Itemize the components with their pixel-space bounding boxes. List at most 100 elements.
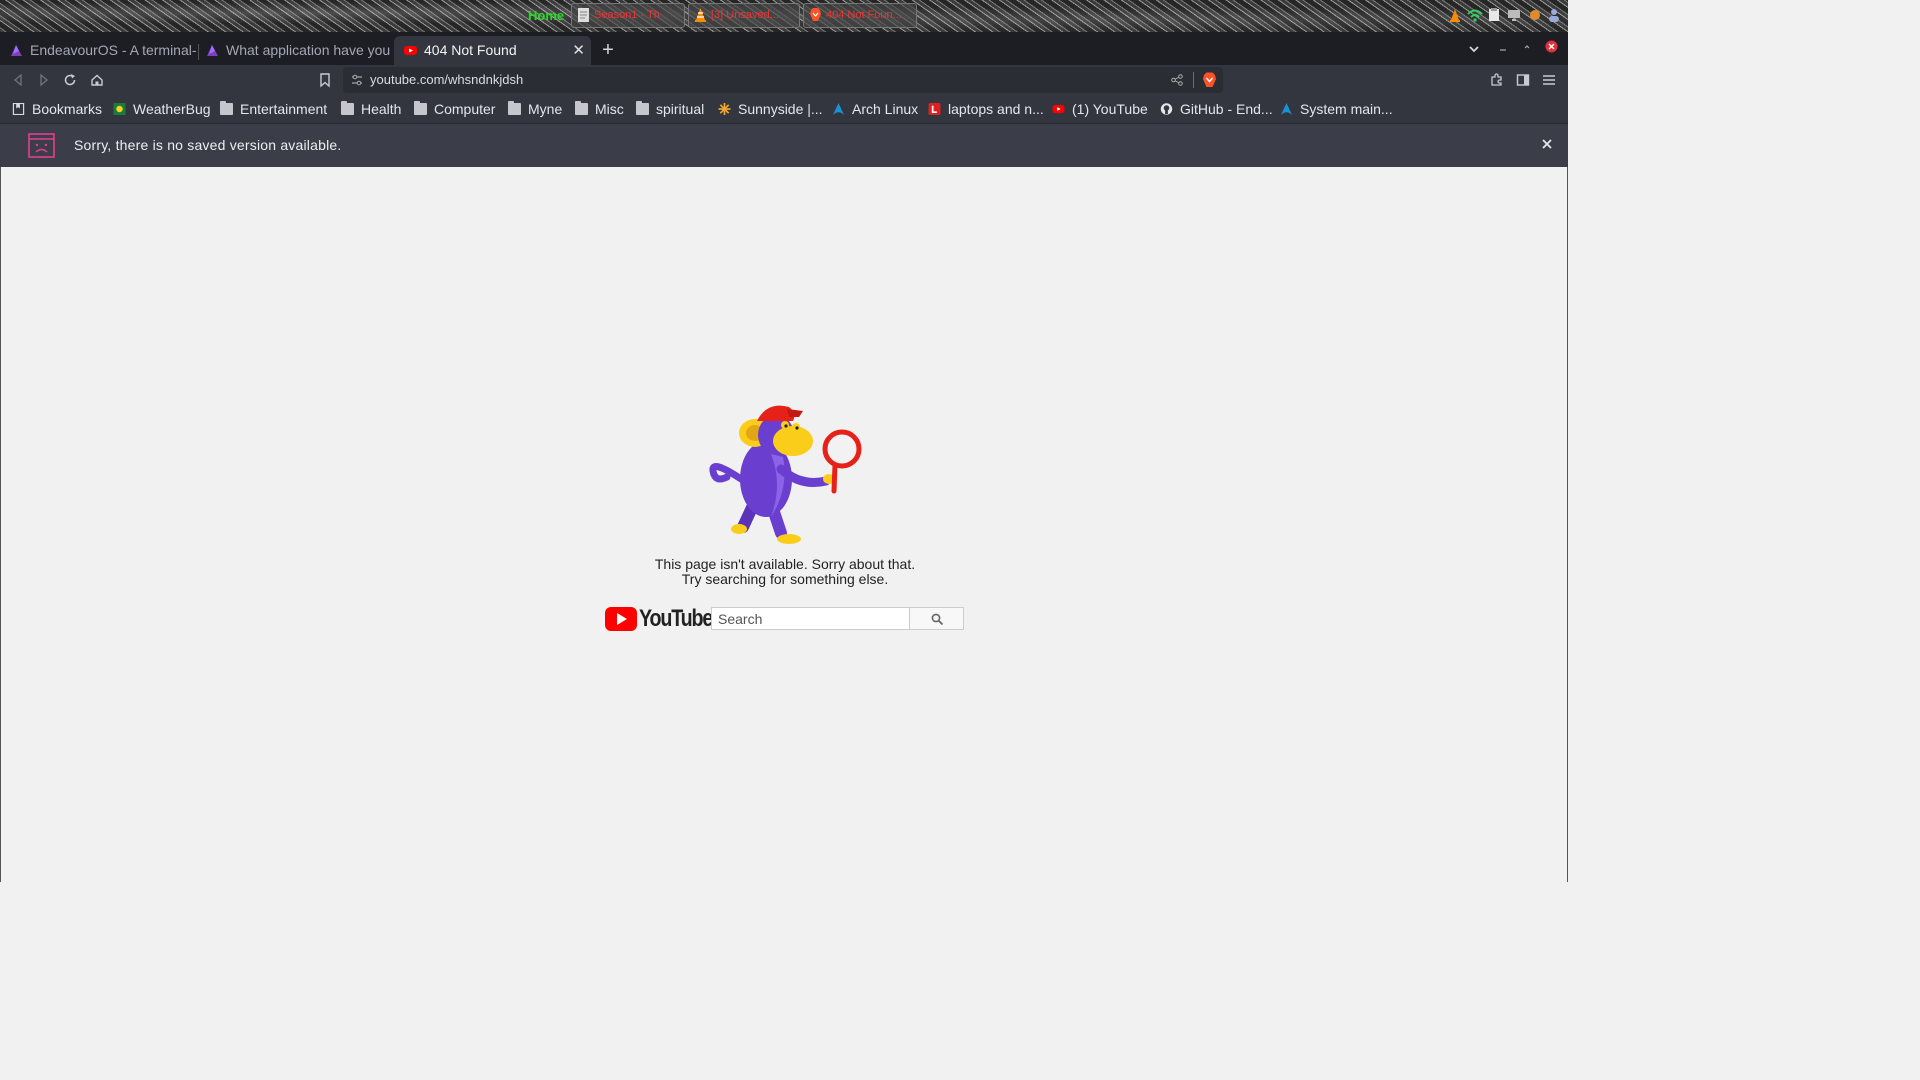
- brave-lion-icon: [810, 8, 821, 21]
- chevron-down-icon[interactable]: [1467, 42, 1481, 56]
- folder-icon: [341, 101, 354, 115]
- search-icon: [931, 613, 944, 626]
- folder-icon: [220, 101, 233, 115]
- bookmark-item-spiritual[interactable]: spiritual: [636, 100, 704, 118]
- letter-l-icon: [928, 103, 941, 115]
- bookmark-item-misc[interactable]: Misc: [575, 100, 624, 118]
- bookmark-label: Misc: [595, 101, 624, 117]
- bookmark-label: GitHub - End...: [1180, 101, 1273, 117]
- close-window-button[interactable]: [1545, 40, 1558, 53]
- tab-title: What application have you: [226, 42, 390, 58]
- error-suggestion: Try searching for something else.: [681, 571, 889, 587]
- bookmark-label: Sunnyside |...: [738, 101, 823, 117]
- display-icon[interactable]: [1507, 8, 1521, 22]
- main-menu-button[interactable]: [1541, 72, 1557, 88]
- desktop-panel: Home Season1 - Th [3] Unsaved... 404 Not…: [0, 0, 1568, 32]
- search-button[interactable]: [909, 607, 964, 630]
- folder-icon: [575, 101, 588, 115]
- bookmarks-bar: Bookmarks WeatherBug Entertainment Healt…: [0, 95, 1568, 124]
- user-icon[interactable]: [1547, 8, 1561, 22]
- browser-toolbar: youtube.com/whsndnkjdsh: [0, 65, 1568, 95]
- brave-shields-icon[interactable]: [1202, 72, 1217, 88]
- vlc-tray-icon[interactable]: [1448, 8, 1462, 22]
- bookmark-item-youtube[interactable]: (1) YouTube: [1052, 100, 1148, 118]
- close-infobar-button[interactable]: [1540, 137, 1554, 151]
- back-button[interactable]: [10, 72, 26, 88]
- panel-task-label: 404 Not Foun...: [826, 9, 902, 21]
- bookmark-item-health[interactable]: Health: [341, 100, 401, 118]
- bookmark-label: Computer: [434, 101, 496, 117]
- bookmark-label: (1) YouTube: [1072, 101, 1148, 117]
- panel-home-label[interactable]: Home: [528, 8, 564, 23]
- network-icon[interactable]: [1467, 8, 1483, 22]
- vlc-cone-icon: [695, 8, 706, 22]
- panel-task-document[interactable]: Season1 - Th: [571, 3, 685, 28]
- panel-task-brave[interactable]: 404 Not Foun...: [803, 3, 917, 28]
- puzzle-icon: [1491, 73, 1502, 86]
- hamburger-menu-icon: [1543, 75, 1555, 85]
- youtube-wordmark: YouTube: [639, 605, 713, 632]
- youtube-play-icon: [605, 607, 637, 631]
- update-icon[interactable]: [1528, 8, 1542, 22]
- youtube-icon: [404, 46, 417, 55]
- close-icon: [1542, 139, 1552, 149]
- bookmark-item-github[interactable]: GitHub - End...: [1160, 100, 1273, 118]
- urlbar-divider: [1193, 72, 1194, 88]
- panel-task-label: Season1 - Th: [594, 9, 660, 21]
- monkey-illustration: [709, 405, 862, 544]
- bookmark-label: spiritual: [656, 101, 705, 117]
- tab-404-not-found[interactable]: 404 Not Found ✕: [394, 36, 591, 65]
- bookmark-item-entertainment[interactable]: Entertainment: [220, 100, 327, 118]
- extensions-button[interactable]: [1489, 72, 1505, 88]
- tab-strip: EndeavourOS - A terminal- What applicati…: [0, 32, 1568, 65]
- panel-task-vlc[interactable]: [3] Unsaved...: [688, 3, 800, 28]
- new-tab-button[interactable]: +: [598, 40, 618, 60]
- home-button[interactable]: [89, 72, 105, 88]
- page-content: This page isn't available. Sorry about t…: [0, 167, 1568, 882]
- bookmark-item-bookmarks[interactable]: Bookmarks: [12, 100, 102, 118]
- weatherbug-icon: [113, 103, 126, 115]
- home-icon: [91, 74, 103, 86]
- bookmark-item-sunnyside[interactable]: Sunnyside |...: [718, 100, 823, 118]
- bookmark-item-laptops[interactable]: laptops and n...: [928, 100, 1044, 118]
- close-tab-icon[interactable]: ✕: [572, 36, 585, 65]
- error-message: This page isn't available. Sorry about t…: [654, 556, 916, 572]
- minimize-window-button[interactable]: [1498, 40, 1508, 51]
- forward-button[interactable]: [36, 72, 52, 88]
- clipboard-icon[interactable]: [1487, 8, 1501, 22]
- tab-title: 404 Not Found: [424, 42, 517, 58]
- document-icon: [578, 8, 589, 22]
- site-settings-icon: [352, 74, 362, 86]
- bookmark-item-computer[interactable]: Computer: [414, 100, 495, 118]
- sun-icon: [718, 103, 731, 115]
- endeavouros-icon: [207, 45, 218, 56]
- tab-title: EndeavourOS - A terminal-: [30, 42, 196, 58]
- bookmark-label: WeatherBug: [133, 101, 211, 117]
- search-input[interactable]: [711, 607, 910, 630]
- maximize-window-button[interactable]: [1522, 40, 1532, 50]
- bookmark-label: Health: [361, 101, 402, 117]
- reload-button[interactable]: [62, 72, 78, 88]
- arrow-left-icon: [13, 73, 22, 87]
- bookmark-icon: [320, 73, 330, 88]
- bookmark-item-myne[interactable]: Myne: [508, 100, 562, 118]
- share-icon[interactable]: [1171, 74, 1183, 86]
- bookmark-label: System main...: [1300, 101, 1393, 117]
- reload-icon: [64, 74, 76, 86]
- youtube-logo[interactable]: YouTube: [605, 605, 713, 632]
- endeavouros-icon: [11, 45, 22, 56]
- bookmark-page-button[interactable]: [317, 72, 333, 88]
- url-text: youtube.com/whsndnkjdsh: [370, 72, 524, 87]
- bookmark-item-arch-linux[interactable]: Arch Linux: [832, 100, 918, 118]
- tab-endeavouros-terminal[interactable]: EndeavourOS - A terminal-: [0, 36, 196, 65]
- sidebar-button[interactable]: [1515, 72, 1531, 88]
- bookmark-item-weatherbug[interactable]: WeatherBug: [113, 100, 211, 118]
- panel-task-label: [3] Unsaved...: [711, 9, 779, 21]
- folder-icon: [508, 101, 521, 115]
- bookmark-item-system-maintenance[interactable]: System main...: [1280, 100, 1393, 118]
- youtube-icon: [1052, 104, 1065, 114]
- bookmarks-icon: [12, 103, 25, 115]
- tab-what-application[interactable]: What application have you: [196, 36, 390, 65]
- address-bar[interactable]: youtube.com/whsndnkjdsh: [343, 67, 1223, 93]
- github-icon: [1160, 103, 1173, 115]
